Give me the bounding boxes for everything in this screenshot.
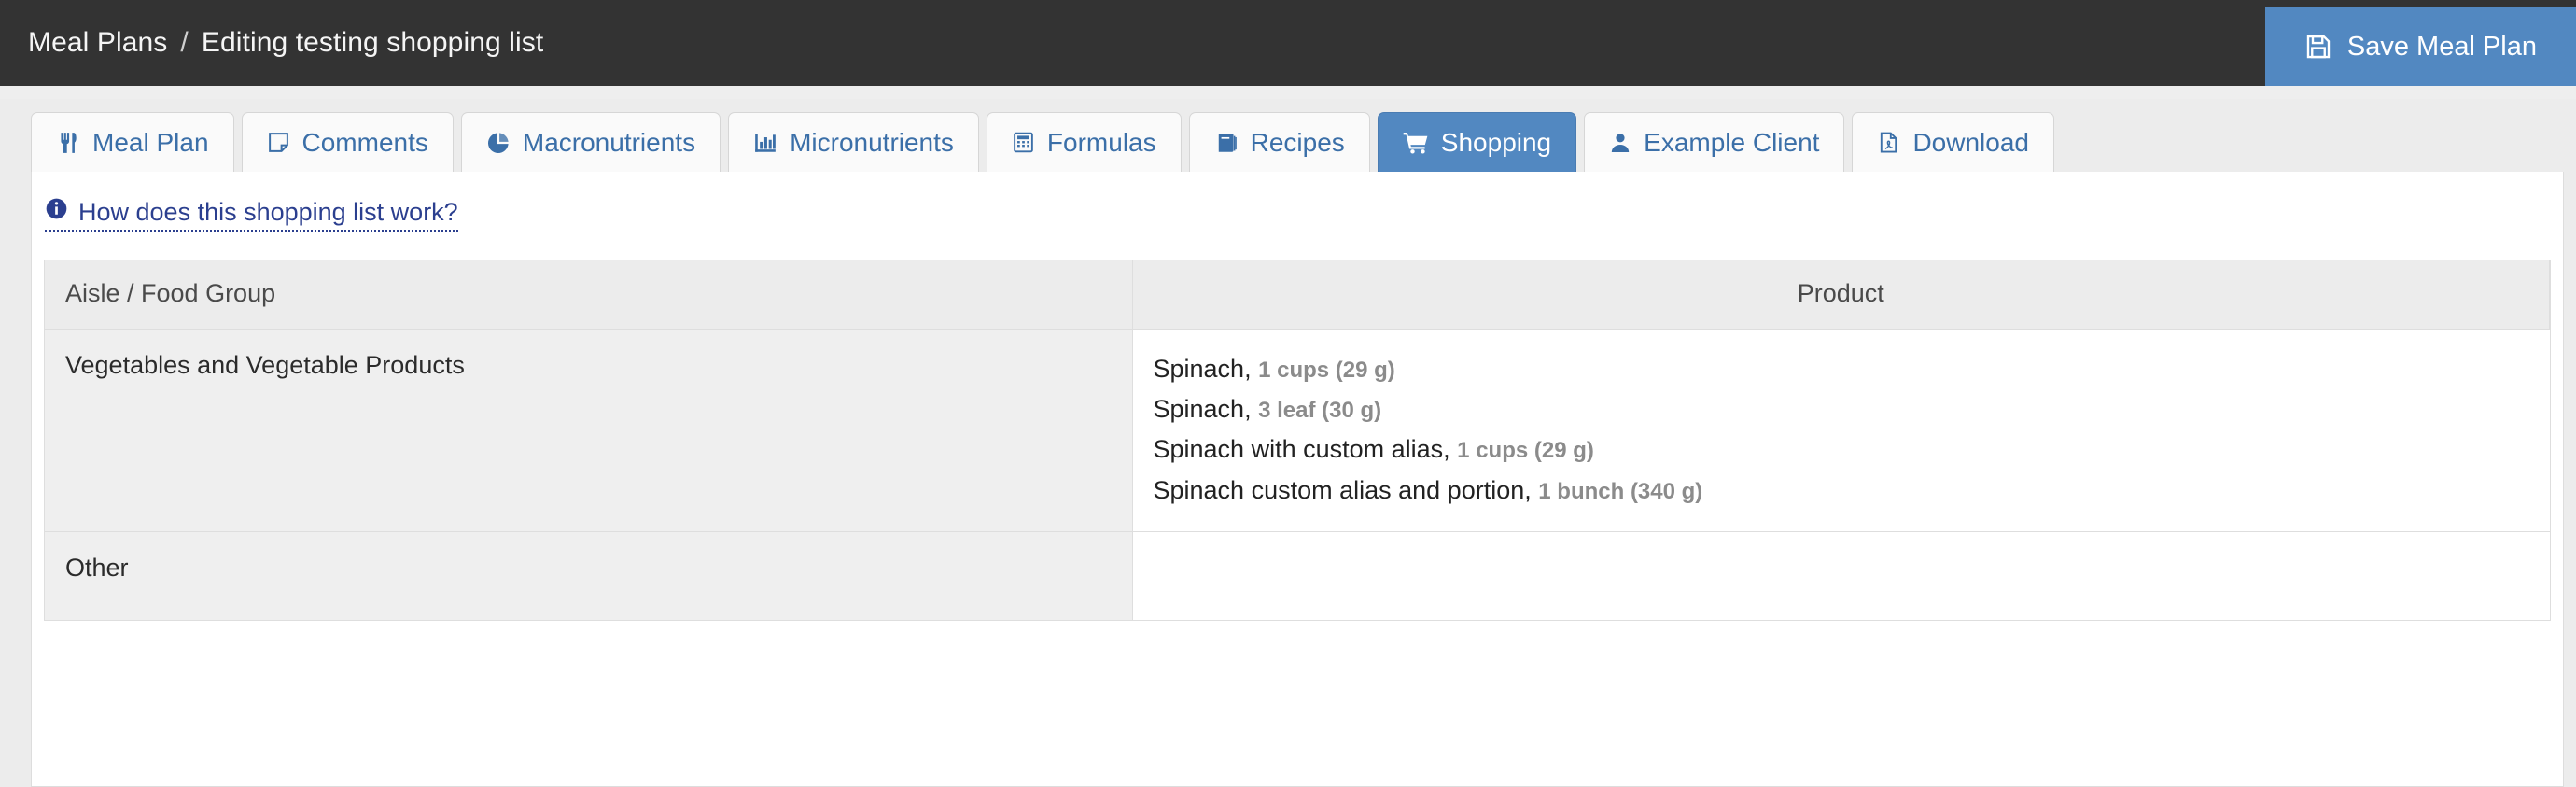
- product-name: Spinach custom alias and portion,: [1153, 475, 1532, 504]
- pie-chart-icon: [486, 131, 511, 155]
- tab-comments-label: Comments: [301, 127, 428, 157]
- product-line: Spinach with custom alias, 1 cups (29 g): [1154, 429, 2529, 470]
- file-pdf-icon: [1877, 131, 1900, 154]
- tab-micronutrients[interactable]: Micronutrients: [728, 112, 979, 172]
- top-header-bar: Meal Plans / Editing testing shopping li…: [0, 0, 2576, 86]
- tab-formulas-label: Formulas: [1046, 127, 1156, 157]
- column-header-aisle: Aisle / Food Group: [45, 260, 1133, 330]
- breadcrumb-link-meal-plans[interactable]: Meal Plans: [28, 27, 167, 59]
- product-line: Spinach custom alias and portion, 1 bunc…: [1154, 471, 2529, 511]
- product-portion: 1 cups (29 g): [1258, 357, 1395, 383]
- shopping-list-help-link[interactable]: How does this shopping list work?: [45, 197, 458, 232]
- cell-aisle-name: Vegetables and Vegetable Products: [45, 329, 1133, 533]
- tab-meal-plan[interactable]: Meal Plan: [31, 112, 234, 172]
- tab-macronutrients[interactable]: Macronutrients: [460, 112, 721, 172]
- save-meal-plan-label: Save Meal Plan: [2346, 31, 2537, 62]
- shopping-cart-icon: [1403, 130, 1429, 156]
- shopping-list-table-wrapper: Aisle / Food Group Product Vegetables an…: [44, 260, 2551, 622]
- tab-download-label: Download: [1912, 127, 2029, 157]
- tab-bar: Meal Plan Comments Macronutrients Micron…: [31, 112, 2054, 172]
- save-meal-plan-button[interactable]: Save Meal Plan: [2264, 7, 2576, 86]
- tab-comments[interactable]: Comments: [241, 112, 454, 172]
- table-head: Aisle / Food Group Product: [45, 260, 2550, 330]
- product-portion: 1 cups (29 g): [1457, 438, 1594, 464]
- tab-example-client-label: Example Client: [1644, 127, 1820, 157]
- tab-meal-plan-label: Meal Plan: [92, 127, 209, 157]
- breadcrumb-separator: /: [180, 27, 189, 58]
- tab-download[interactable]: Download: [1852, 112, 2054, 172]
- tab-formulas[interactable]: Formulas: [986, 112, 1182, 172]
- sticky-note-icon: [267, 131, 290, 154]
- product-name: Spinach with custom alias,: [1153, 435, 1450, 464]
- calculator-icon: [1012, 131, 1035, 154]
- tab-macronutrients-label: Macronutrients: [522, 127, 696, 157]
- utensils-icon: [56, 131, 80, 155]
- bar-chart-icon: [753, 131, 777, 155]
- table-body: Vegetables and Vegetable Products Spinac…: [45, 329, 2550, 622]
- product-line: Spinach, 1 cups (29 g): [1154, 349, 2529, 389]
- shopping-list-help-label: How does this shopping list work?: [78, 197, 458, 226]
- table-header-row: Aisle / Food Group Product: [45, 260, 2550, 330]
- product-name: Spinach,: [1153, 354, 1252, 383]
- tab-shopping[interactable]: Shopping: [1377, 112, 1577, 172]
- cell-product-list-empty: [1132, 531, 2550, 622]
- product-name: Spinach,: [1153, 394, 1252, 423]
- table-row: Other: [45, 531, 2550, 622]
- content-panel: How does this shopping list work? Aisle …: [31, 172, 2564, 787]
- cell-product-list: Spinach, 1 cups (29 g) Spinach, 3 leaf (…: [1132, 329, 2550, 533]
- tab-recipes[interactable]: Recipes: [1188, 112, 1370, 172]
- header-underbar: [0, 86, 2576, 99]
- tab-recipes-label: Recipes: [1250, 127, 1345, 157]
- product-portion: 1 bunch (340 g): [1538, 478, 1703, 504]
- product-portion: 3 leaf (30 g): [1258, 397, 1382, 423]
- page-body: Meal Plan Comments Macronutrients Micron…: [0, 99, 2576, 787]
- breadcrumb: Meal Plans / Editing testing shopping li…: [0, 27, 543, 59]
- shopping-list-table: Aisle / Food Group Product Vegetables an…: [45, 260, 2550, 622]
- info-circle-icon: [45, 197, 68, 227]
- book-icon: [1214, 131, 1239, 155]
- tab-micronutrients-label: Micronutrients: [790, 127, 954, 157]
- table-row: Vegetables and Vegetable Products Spinac…: [45, 329, 2550, 533]
- product-line: Spinach, 3 leaf (30 g): [1154, 389, 2529, 429]
- save-floppy-icon: [2304, 33, 2332, 61]
- breadcrumb-current-page: Editing testing shopping list: [201, 27, 544, 58]
- column-header-product: Product: [1132, 260, 2550, 330]
- tab-example-client[interactable]: Example Client: [1584, 112, 1845, 172]
- cell-aisle-name: Other: [45, 531, 1133, 622]
- tab-shopping-label: Shopping: [1440, 127, 1552, 157]
- user-icon: [1609, 132, 1631, 154]
